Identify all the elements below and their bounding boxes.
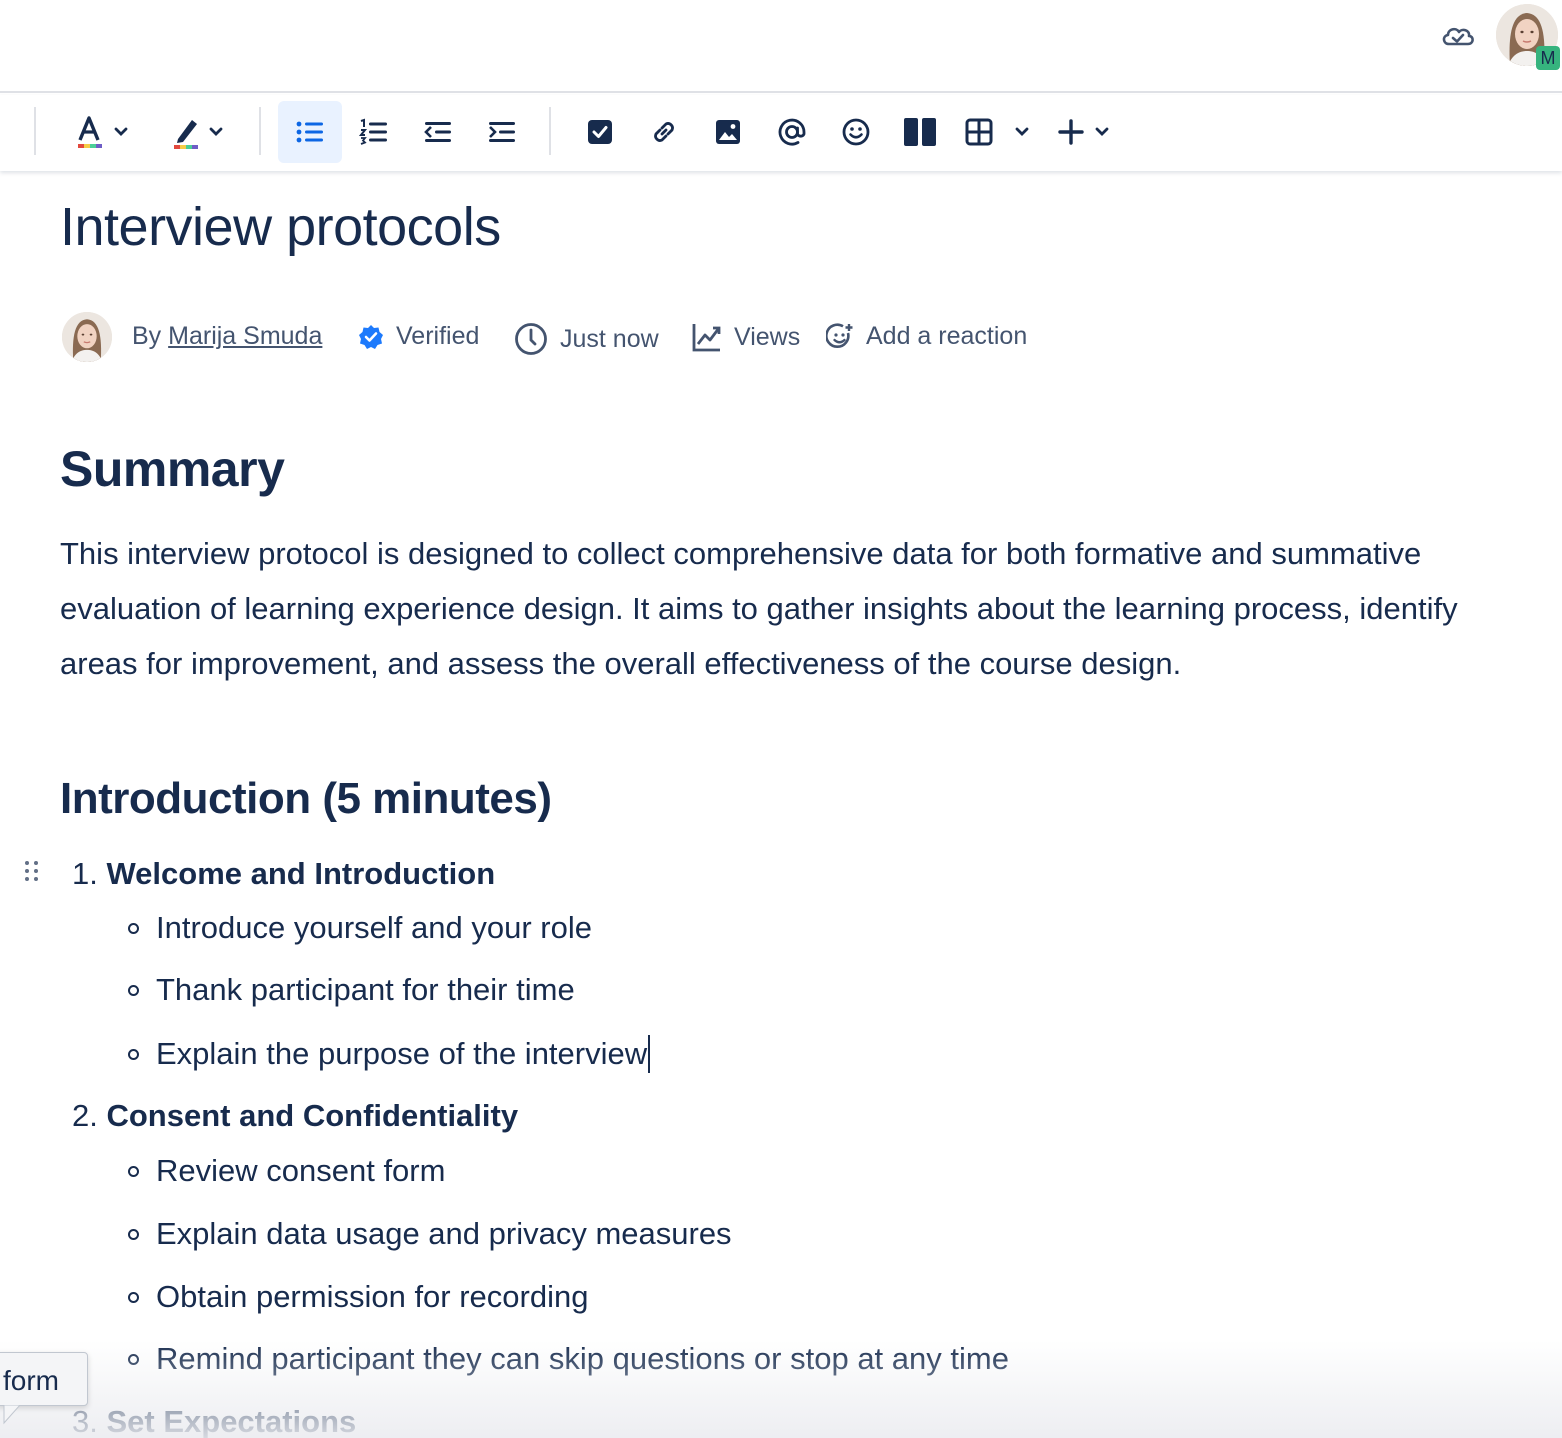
- tooltip-text: form: [3, 1365, 59, 1396]
- bullet-icon: [128, 1228, 139, 1240]
- by-label: By: [132, 322, 162, 350]
- time-label: Just now: [560, 324, 659, 353]
- numbered-list-icon: [359, 118, 387, 145]
- list-item-text: Introduce yourself and your role: [156, 910, 592, 945]
- top-bar: M: [0, 0, 1562, 93]
- outdent-button[interactable]: [406, 101, 470, 163]
- mention-icon: [778, 118, 806, 146]
- text-cursor: [648, 1035, 651, 1073]
- list-item[interactable]: 1. Welcome and Introduction: [72, 856, 495, 892]
- numbered-list-button[interactable]: [342, 101, 406, 163]
- list-item-label: Set Expectations: [106, 1404, 357, 1438]
- bullet-icon: [128, 1291, 139, 1303]
- clock-icon: [515, 323, 547, 355]
- bullet-list-icon: [296, 121, 323, 143]
- verified-label: Verified: [396, 322, 480, 350]
- summary-heading[interactable]: Summary: [60, 440, 285, 498]
- verified-badge-icon: [359, 324, 383, 349]
- list-item-text: Remind participant they can skip questio…: [156, 1341, 1009, 1376]
- list-item-text: Thank participant for their time: [156, 972, 575, 1007]
- page-title[interactable]: Interview protocols: [60, 196, 501, 258]
- mention-button[interactable]: [760, 101, 824, 163]
- introduction-heading[interactable]: Introduction (5 minutes): [60, 774, 552, 824]
- verified-status[interactable]: Verified: [358, 322, 479, 351]
- bullet-icon: [128, 1353, 139, 1365]
- list-item[interactable]: Explain data usage and privacy measures: [128, 1216, 732, 1252]
- link-button[interactable]: [632, 101, 696, 163]
- list-item[interactable]: 2. Consent and Confidentiality: [72, 1098, 518, 1134]
- list-item-text: Review consent form: [156, 1153, 446, 1188]
- table-button[interactable]: [956, 101, 1036, 163]
- list-number: 3.: [72, 1404, 98, 1438]
- analytics-chart-icon: [692, 324, 721, 352]
- tooltip: form: [0, 1352, 88, 1406]
- image-icon: [716, 120, 740, 144]
- list-item-label: Welcome and Introduction: [106, 856, 496, 891]
- add-reaction-button[interactable]: Add a reaction: [826, 322, 1027, 351]
- add-reaction-icon: [826, 322, 853, 348]
- list-item-text: Explain data usage and privacy measures: [156, 1216, 732, 1251]
- drag-handle-icon[interactable]: [24, 860, 40, 886]
- views-link[interactable]: Views: [692, 322, 800, 352]
- byline: By Marija Smuda Verified Just now Views: [62, 312, 1162, 362]
- list-item[interactable]: Remind participant they can skip questio…: [128, 1341, 1009, 1377]
- outdent-icon: [424, 122, 451, 142]
- layouts-button[interactable]: [888, 101, 952, 163]
- list-number: 2.: [72, 1098, 98, 1133]
- image-button[interactable]: [696, 101, 760, 163]
- author-link[interactable]: Marija Smuda: [168, 322, 322, 351]
- indent-icon: [489, 122, 515, 142]
- list-number: 1.: [72, 856, 98, 891]
- action-item-button[interactable]: [568, 101, 632, 163]
- list-item[interactable]: Thank participant for their time: [128, 972, 575, 1008]
- tooltip-tail: [0, 1404, 24, 1427]
- insert-plus-icon: [1058, 119, 1109, 145]
- action-item-icon: [588, 120, 612, 144]
- highlight-button[interactable]: [158, 101, 234, 163]
- toolbar-divider: [259, 107, 261, 155]
- avatar-badge: M: [1536, 46, 1560, 70]
- list-item[interactable]: 3. Set Expectations: [72, 1404, 356, 1438]
- author-avatar[interactable]: [62, 312, 112, 362]
- text-color-button[interactable]: [60, 101, 136, 163]
- emoji-button[interactable]: [824, 101, 888, 163]
- last-updated[interactable]: Just now: [514, 322, 659, 356]
- link-icon: [654, 122, 674, 142]
- reaction-label: Add a reaction: [866, 322, 1028, 350]
- insert-more-button[interactable]: [1044, 101, 1124, 163]
- list-item-text: Obtain permission for recording: [156, 1279, 589, 1314]
- toolbar-divider: [34, 107, 36, 155]
- editor-toolbar: [0, 95, 1562, 171]
- list-item[interactable]: Review consent form: [128, 1153, 445, 1189]
- cloud-sync-icon[interactable]: [1440, 22, 1476, 50]
- bullet-icon: [128, 922, 139, 934]
- toolbar-divider: [549, 107, 551, 155]
- bullet-icon: [128, 1048, 139, 1060]
- highlight-icon: [174, 120, 223, 149]
- views-label: Views: [734, 322, 801, 351]
- list-item[interactable]: Introduce yourself and your role: [128, 910, 592, 946]
- list-item[interactable]: Obtain permission for recording: [128, 1279, 588, 1315]
- text-color-icon: [78, 116, 128, 148]
- author-byline: By Marija Smuda: [132, 322, 322, 351]
- summary-paragraph[interactable]: This interview protocol is designed to c…: [60, 526, 1540, 691]
- bullet-icon: [128, 1165, 139, 1177]
- layouts-icon: [904, 118, 936, 146]
- list-item-text: Explain the purpose of the interview: [156, 1036, 648, 1071]
- table-icon: [965, 118, 1029, 146]
- bullet-list-button[interactable]: [278, 101, 342, 163]
- bullet-icon: [128, 984, 139, 996]
- indent-button[interactable]: [470, 101, 534, 163]
- list-item[interactable]: Explain the purpose of the interview: [128, 1035, 651, 1073]
- list-item-label: Consent and Confidentiality: [106, 1098, 519, 1133]
- emoji-icon: [842, 118, 870, 146]
